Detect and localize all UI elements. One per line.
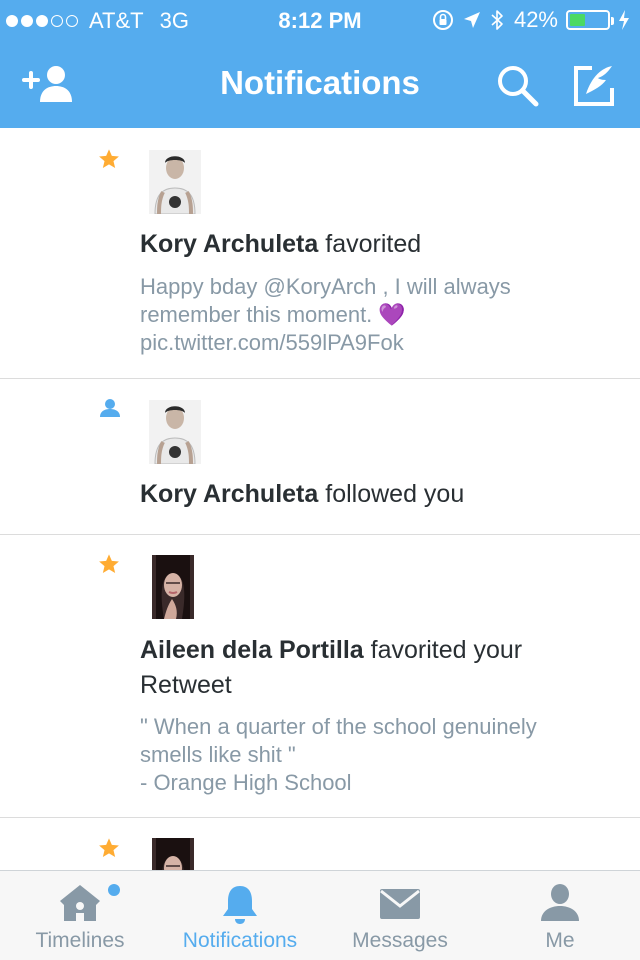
notification-item[interactable]: Aileen dela Portilla favorited your Retw… (0, 535, 640, 818)
notification-title: Aileen dela Portilla favorited your Retw… (140, 633, 600, 703)
tab-label: Messages (352, 929, 448, 952)
action-text: favorited (318, 230, 422, 258)
envelope-icon (380, 889, 420, 919)
tab-me[interactable]: Me (480, 871, 640, 960)
notification-title: Kory Archuleta followed you (140, 477, 600, 512)
new-items-badge (108, 884, 120, 896)
home-icon (60, 885, 100, 921)
person-icon (541, 884, 579, 921)
action-text: Retweet (140, 671, 232, 699)
page-title: Notifications (220, 64, 420, 101)
tweet-link[interactable]: pic.twitter.com/559lPA9Fok (140, 329, 600, 357)
nav-bar: Notifications (0, 40, 640, 128)
user-name[interactable]: Aileen dela Portilla (140, 636, 364, 664)
notification-item[interactable] (0, 818, 640, 870)
avatar[interactable] (149, 150, 201, 214)
compose-icon (574, 66, 614, 106)
bell-icon (223, 886, 257, 924)
notification-body: Happy bday @KoryArch , I will always rem… (140, 273, 600, 357)
bluetooth-icon (491, 10, 503, 30)
tweet-text: remember this moment. 💜 (140, 302, 406, 327)
notification-item[interactable]: Kory Archuleta favorited Happy bday @Kor… (0, 128, 640, 379)
tab-notifications[interactable]: Notifications (160, 871, 320, 960)
status-bar: AT&T 3G 8:12 PM 42% (0, 0, 640, 40)
star-icon (99, 838, 119, 857)
location-arrow-icon (463, 12, 480, 28)
tab-timelines[interactable]: Timelines (0, 871, 160, 960)
action-text: followed you (318, 480, 465, 508)
user-name[interactable]: Kory Archuleta (140, 480, 318, 508)
tweet-text: " When a quarter of the school genuinely (140, 714, 537, 739)
orientation-lock-icon (432, 10, 453, 30)
tab-label: Notifications (182, 929, 298, 952)
tweet-text: Happy bday @KoryArch , I will always (140, 274, 511, 299)
tab-label: Me (545, 929, 575, 952)
action-text: favorited your (363, 636, 523, 664)
tab-bar: Timelines Notifications Messages Me (0, 870, 640, 960)
battery-percent: 42% (513, 7, 558, 32)
avatar[interactable] (152, 555, 194, 619)
app-header: AT&T 3G 8:12 PM 42% Notifications (0, 0, 640, 128)
notification-body: " When a quarter of the school genuinely… (140, 713, 600, 797)
tweet-text: - Orange High School (140, 770, 352, 795)
notification-title: Kory Archuleta favorited (140, 227, 600, 262)
tab-messages[interactable]: Messages (320, 871, 480, 960)
search-button[interactable] (496, 64, 540, 113)
avatar[interactable] (149, 400, 201, 464)
tab-label: Timelines (35, 929, 125, 952)
avatar[interactable] (152, 838, 194, 870)
star-icon (99, 554, 119, 573)
battery-icon (566, 10, 614, 30)
notifications-list: Kory Archuleta favorited Happy bday @Kor… (0, 128, 640, 870)
battery-level (570, 14, 585, 26)
star-icon (99, 149, 119, 168)
user-name[interactable]: Kory Archuleta (140, 230, 318, 258)
notification-item[interactable]: Kory Archuleta followed you (0, 379, 640, 535)
compose-button[interactable] (572, 64, 616, 113)
search-icon (498, 66, 539, 107)
person-icon (100, 399, 120, 417)
charging-icon (619, 10, 629, 30)
tweet-text: smells like shit " (140, 742, 296, 767)
